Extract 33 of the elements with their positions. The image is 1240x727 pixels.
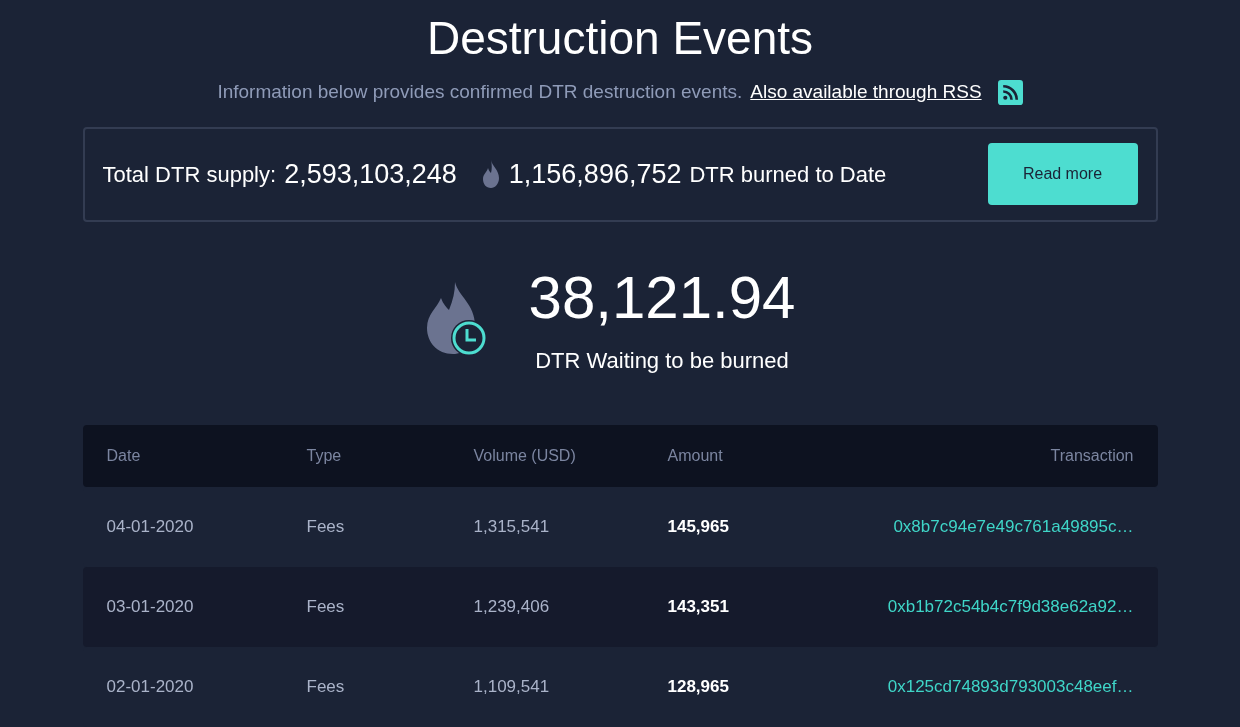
volume-cell-text: 1,239,406 [473, 596, 551, 619]
column-header: Amount [667, 446, 724, 466]
supply-label: Total DTR supply: [102, 160, 277, 189]
volume-cell-text: 1,109,541 [473, 676, 551, 699]
burned-value: 1,156,896,752 [508, 158, 682, 191]
supply-value: 2,593,103,248 [284, 158, 457, 191]
type-cell-text: Fees [306, 596, 346, 619]
subtitle: Information below provides confirmed DTR destruction events. [217, 80, 743, 104]
waiting-label: DTR Waiting to be burned [535, 347, 789, 375]
column-header: Date [106, 446, 142, 466]
flame-icon [480, 160, 501, 189]
type-cell-text: Fees [306, 676, 346, 699]
transaction-link[interactable]: 0xb1b72c54b4c7f9d38e62a92… [887, 594, 1134, 620]
date-cell-text: 03-01-2020 [106, 596, 195, 619]
date-cell-text: 04-01-2020 [106, 516, 195, 539]
column-header: Transaction [1050, 446, 1134, 466]
waiting-value: 38,121.94 [528, 263, 796, 333]
type-cell-text: Fees [306, 516, 346, 539]
rss-link[interactable]: Also available through RSS [750, 78, 982, 107]
volume-cell-text: 1,315,541 [473, 516, 551, 539]
transaction-link[interactable]: 0x125cd74893d793003c48eef… [887, 674, 1134, 700]
amount-cell-text: 143,351 [667, 596, 730, 619]
column-header: Type [306, 446, 343, 466]
amount-cell-text: 145,965 [667, 516, 730, 539]
burned-label: DTR burned to Date [689, 160, 887, 189]
page-title: Destruction Events [426, 11, 814, 66]
read-more-button[interactable]: Read more [987, 143, 1138, 206]
rss-icon[interactable] [997, 79, 1023, 105]
date-cell-text: 02-01-2020 [106, 676, 195, 699]
transaction-link[interactable]: 0x8b7c94e7e49c761a49895c… [893, 514, 1134, 540]
amount-cell-text: 128,965 [667, 676, 730, 699]
column-header: Volume (USD) [473, 446, 577, 466]
flame-clock-icon [424, 281, 489, 358]
